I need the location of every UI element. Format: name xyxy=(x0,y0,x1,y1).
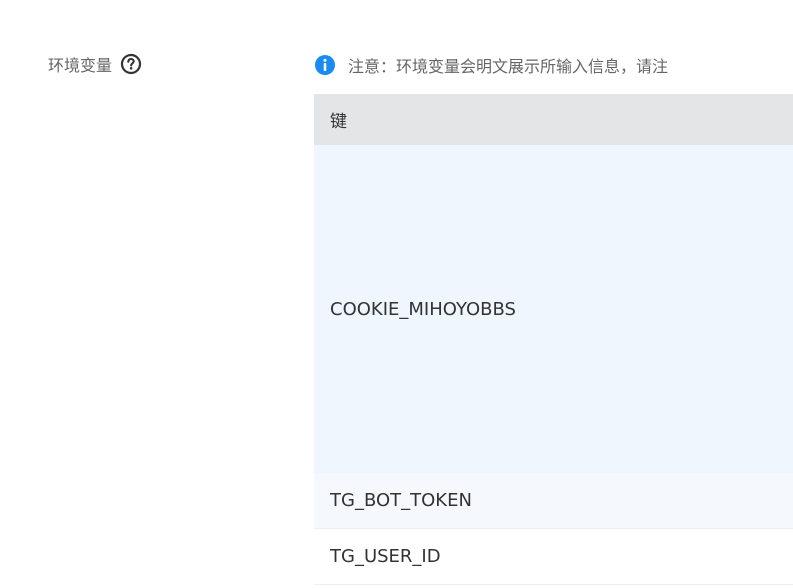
env-vars-notice: 注意：环境变量会明文展示所输入信息，请注 xyxy=(314,53,668,77)
env-key-cell: TG_BOT_TOKEN xyxy=(330,490,472,511)
column-header-label: 键 xyxy=(330,112,347,132)
question-circle-icon[interactable] xyxy=(120,53,142,75)
table-row[interactable]: TG_USER_ID xyxy=(314,529,793,585)
notice-text: 注意：环境变量会明文展示所输入信息，请注 xyxy=(348,57,669,76)
env-vars-page: 环境变量 注意：环境变量会明文展示所输入信息，请注 键 COOKIE_MIHOY… xyxy=(0,0,793,588)
env-key-cell: COOKIE_MIHOYOBBS xyxy=(330,298,516,320)
table-row[interactable]: TG_BOT_TOKEN xyxy=(314,473,793,529)
env-vars-field-label: 环境变量 xyxy=(48,52,142,76)
table-header-key: 键 xyxy=(314,94,793,145)
env-vars-table: 键 COOKIE_MIHOYOBBS TG_BOT_TOKEN TG_USER_… xyxy=(314,94,793,585)
info-circle-icon xyxy=(314,54,336,76)
table-row[interactable]: COOKIE_MIHOYOBBS xyxy=(314,145,793,473)
env-key-cell: TG_USER_ID xyxy=(330,546,441,567)
env-vars-label-text: 环境变量 xyxy=(48,56,113,75)
